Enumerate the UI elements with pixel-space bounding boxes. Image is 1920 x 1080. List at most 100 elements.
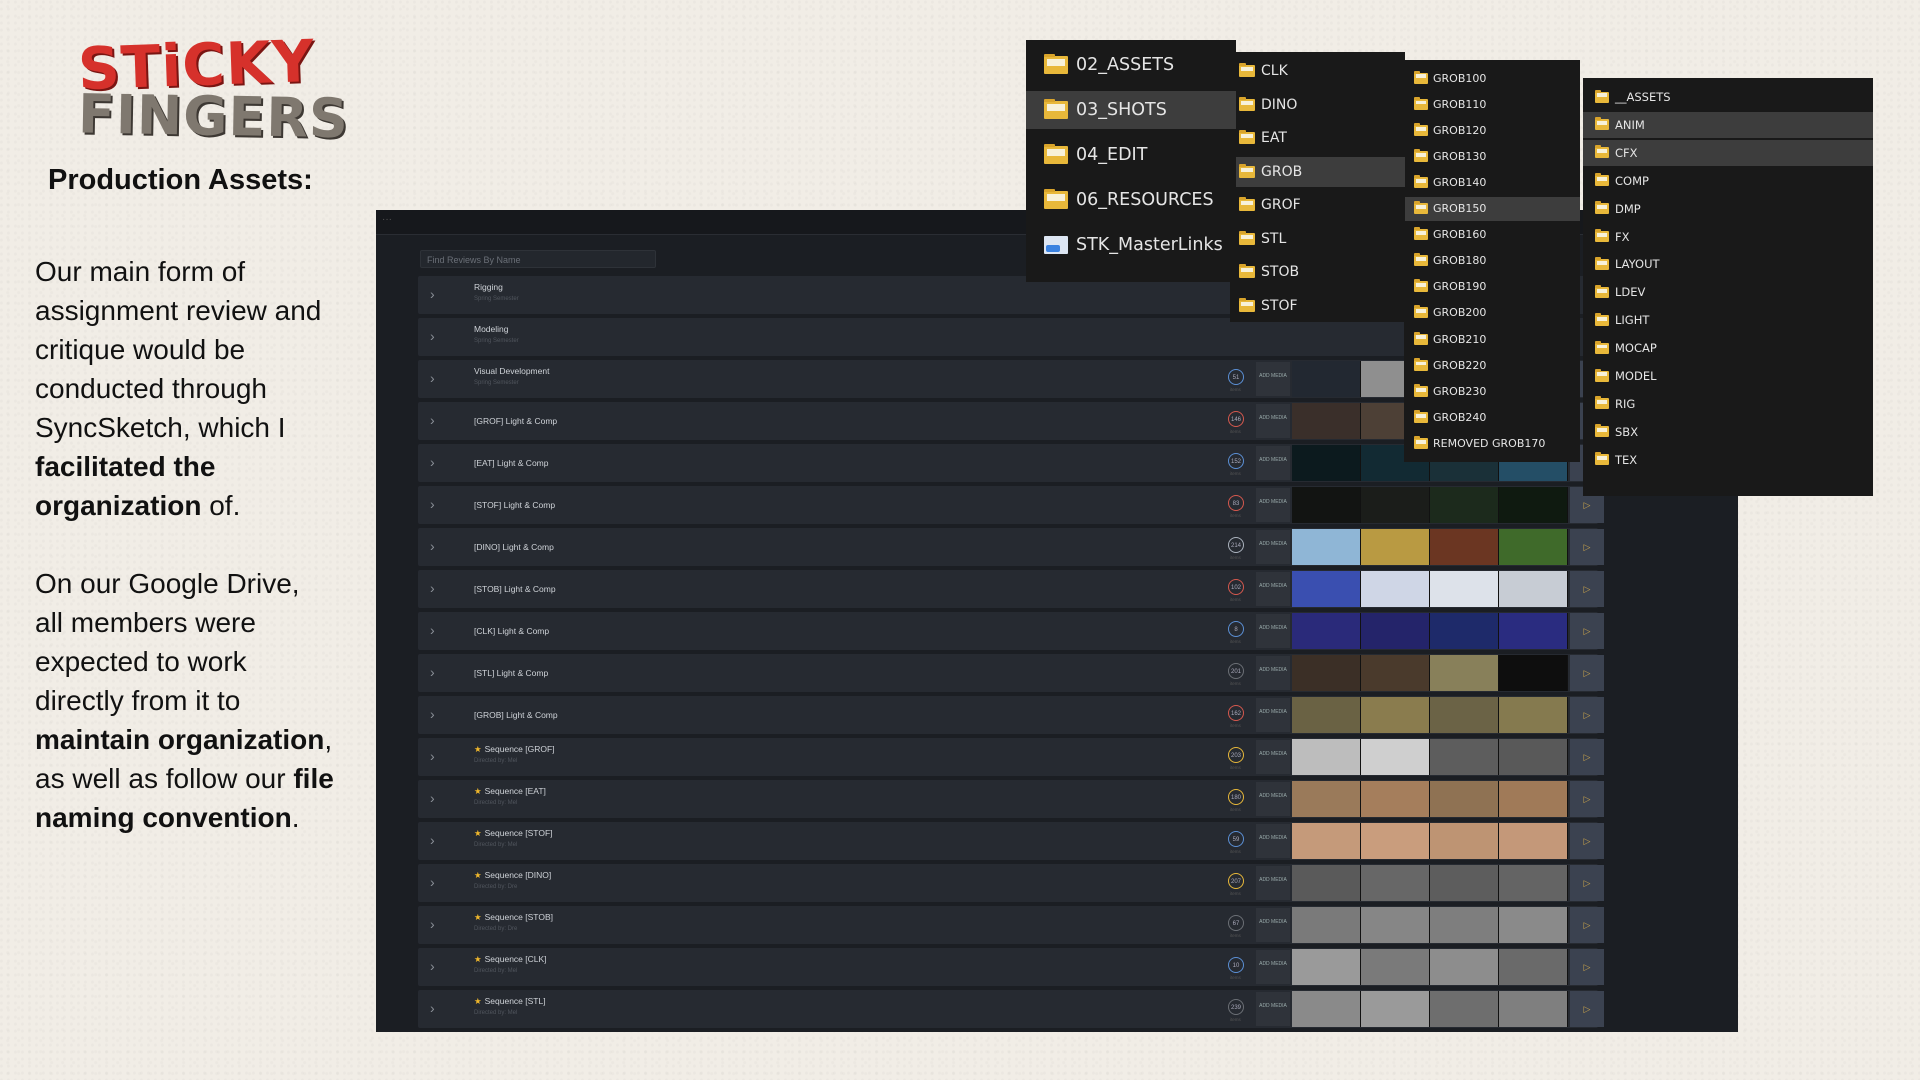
media-thumbnail[interactable] <box>1361 865 1430 901</box>
chevron-right-icon[interactable]: › <box>430 832 446 848</box>
media-thumbnail[interactable] <box>1361 823 1430 859</box>
folder-item[interactable]: STOF <box>1230 291 1405 321</box>
folder-item[interactable]: 04_EDIT <box>1026 136 1236 174</box>
folder-item[interactable]: STL <box>1230 224 1405 254</box>
play-review-button[interactable]: ▷ <box>1570 907 1604 943</box>
chevron-right-icon[interactable]: › <box>430 328 446 344</box>
folder-item[interactable]: TEX <box>1583 447 1873 473</box>
review-row[interactable]: › [CLK] Light & Comp 8 items ADD MEDIA ▷ <box>418 612 1604 650</box>
media-thumbnail[interactable] <box>1292 907 1361 943</box>
folder-item[interactable]: GROB120 <box>1404 118 1580 142</box>
folder-item[interactable]: 02_ASSETS <box>1026 46 1236 84</box>
play-review-button[interactable]: ▷ <box>1570 865 1604 901</box>
folder-item[interactable]: GROB180 <box>1404 249 1580 273</box>
chevron-right-icon[interactable]: › <box>430 412 446 428</box>
folder-item[interactable]: GROB <box>1230 156 1405 187</box>
chevron-right-icon[interactable]: › <box>430 1000 446 1016</box>
review-row[interactable]: › [DINO] Light & Comp 214 items ADD MEDIA ▷ <box>418 528 1604 566</box>
folder-item[interactable]: MOCAP <box>1583 335 1873 361</box>
play-review-button[interactable]: ▷ <box>1570 823 1604 859</box>
media-thumbnail[interactable] <box>1292 781 1361 817</box>
add-media-button[interactable]: ADD MEDIA <box>1256 362 1290 396</box>
review-row[interactable]: › ★ Sequence [DINO] Directed by: Dre 207 item… <box>418 864 1604 902</box>
media-thumbnail[interactable] <box>1361 655 1430 691</box>
add-media-button[interactable]: ADD MEDIA <box>1256 992 1290 1026</box>
folder-item[interactable]: GROB200 <box>1404 301 1580 325</box>
folder-item[interactable]: GROB240 <box>1404 405 1580 429</box>
media-thumbnail[interactable] <box>1499 907 1568 943</box>
media-thumbnail[interactable] <box>1499 991 1568 1027</box>
media-thumbnail[interactable] <box>1361 949 1430 985</box>
review-row[interactable]: › ★ Sequence [CLK] Directed by: Mel 10 items A… <box>418 948 1604 986</box>
add-media-button[interactable]: ADD MEDIA <box>1256 740 1290 774</box>
folder-item[interactable]: 03_SHOTS <box>1026 91 1236 129</box>
review-row[interactable]: › ★ Sequence [STL] Directed by: Mel 239 items… <box>418 990 1604 1028</box>
play-review-button[interactable]: ▷ <box>1570 949 1604 985</box>
add-media-button[interactable]: ADD MEDIA <box>1256 572 1290 606</box>
play-review-button[interactable]: ▷ <box>1570 655 1604 691</box>
review-row[interactable]: › ★ Sequence [GROF] Directed by: Mel 203 item… <box>418 738 1604 776</box>
media-thumbnail[interactable] <box>1292 361 1361 397</box>
media-thumbnail[interactable] <box>1292 529 1361 565</box>
add-media-button[interactable]: ADD MEDIA <box>1256 656 1290 690</box>
chevron-right-icon[interactable]: › <box>430 538 446 554</box>
folder-item[interactable]: GROB230 <box>1404 379 1580 403</box>
media-thumbnail[interactable] <box>1430 907 1499 943</box>
star-icon[interactable]: ★ <box>474 954 482 964</box>
chevron-right-icon[interactable]: › <box>430 790 446 806</box>
review-row[interactable]: › ★ Sequence [STOF] Directed by: Mel 59 items… <box>418 822 1604 860</box>
star-icon[interactable]: ★ <box>474 744 482 754</box>
add-media-button[interactable]: ADD MEDIA <box>1256 488 1290 522</box>
chevron-right-icon[interactable]: › <box>430 748 446 764</box>
add-media-button[interactable]: ADD MEDIA <box>1256 950 1290 984</box>
add-media-button[interactable]: ADD MEDIA <box>1256 782 1290 816</box>
media-thumbnail[interactable] <box>1292 865 1361 901</box>
folder-item[interactable]: CLK <box>1230 56 1405 86</box>
folder-item[interactable]: COMP <box>1583 168 1873 194</box>
folder-item[interactable]: LIGHT <box>1583 307 1873 333</box>
review-row[interactable]: › [STOF] Light & Comp 83 items ADD MEDIA ▷ <box>418 486 1604 524</box>
play-review-button[interactable]: ▷ <box>1570 781 1604 817</box>
media-thumbnail[interactable] <box>1292 445 1361 481</box>
media-thumbnail[interactable] <box>1361 739 1430 775</box>
folder-item[interactable]: REMOVED GROB170 <box>1404 431 1580 455</box>
folder-item[interactable]: MODEL <box>1583 363 1873 389</box>
chevron-right-icon[interactable]: › <box>430 454 446 470</box>
folder-item[interactable]: GROB150 <box>1404 196 1580 221</box>
media-thumbnail[interactable] <box>1292 403 1361 439</box>
folder-item[interactable]: GROB100 <box>1404 66 1580 90</box>
folder-item[interactable]: GROB160 <box>1404 223 1580 247</box>
folder-item[interactable]: DINO <box>1230 90 1405 120</box>
chevron-right-icon[interactable]: › <box>430 958 446 974</box>
chevron-right-icon[interactable]: › <box>430 370 446 386</box>
play-review-button[interactable]: ▷ <box>1570 529 1604 565</box>
media-thumbnail[interactable] <box>1430 655 1499 691</box>
folder-item[interactable]: GROB190 <box>1404 275 1580 299</box>
media-thumbnail[interactable] <box>1361 487 1430 523</box>
folder-item[interactable]: GROB130 <box>1404 144 1580 168</box>
play-review-button[interactable]: ▷ <box>1570 991 1604 1027</box>
star-icon[interactable]: ★ <box>474 870 482 880</box>
media-thumbnail[interactable] <box>1499 949 1568 985</box>
folder-item[interactable]: GROB210 <box>1404 327 1580 351</box>
media-thumbnail[interactable] <box>1292 655 1361 691</box>
chevron-right-icon[interactable]: › <box>430 286 446 302</box>
folder-item[interactable]: GROF <box>1230 190 1405 220</box>
media-thumbnail[interactable] <box>1499 571 1568 607</box>
media-thumbnail[interactable] <box>1499 739 1568 775</box>
chevron-right-icon[interactable]: › <box>430 916 446 932</box>
star-icon[interactable]: ★ <box>474 912 482 922</box>
star-icon[interactable]: ★ <box>474 786 482 796</box>
add-media-button[interactable]: ADD MEDIA <box>1256 530 1290 564</box>
review-row[interactable]: › [STL] Light & Comp 201 items ADD MEDIA ▷ <box>418 654 1604 692</box>
chevron-right-icon[interactable]: › <box>430 664 446 680</box>
media-thumbnail[interactable] <box>1430 529 1499 565</box>
folder-item[interactable]: EAT <box>1230 123 1405 153</box>
play-review-button[interactable]: ▷ <box>1570 613 1604 649</box>
media-thumbnail[interactable] <box>1292 697 1361 733</box>
media-thumbnail[interactable] <box>1499 655 1568 691</box>
chevron-right-icon[interactable]: › <box>430 580 446 596</box>
folder-item[interactable]: RIG <box>1583 391 1873 417</box>
play-review-button[interactable]: ▷ <box>1570 739 1604 775</box>
media-thumbnail[interactable] <box>1430 991 1499 1027</box>
